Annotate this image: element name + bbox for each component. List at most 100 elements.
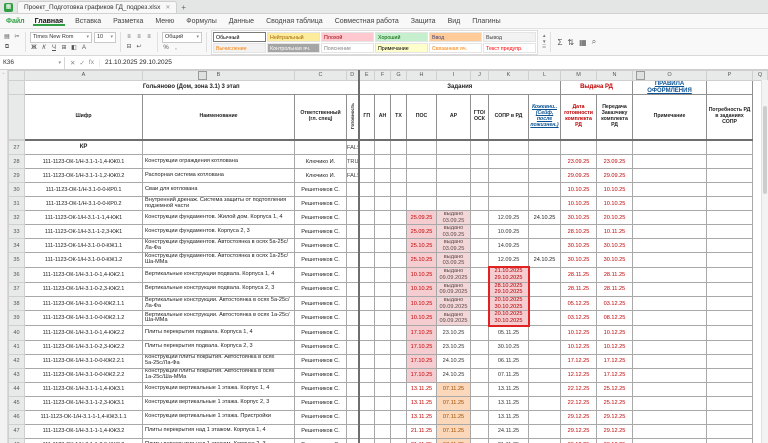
- cell-pos-38[interactable]: 10.10.25: [406, 295, 437, 312]
- cell-sopr-33[interactable]: 10.09.25: [488, 224, 529, 240]
- cell-need-27[interactable]: [706, 139, 753, 156]
- cell-ar-48[interactable]: 07.11.25: [436, 437, 471, 443]
- cell-need-29[interactable]: [706, 168, 753, 184]
- cell-ready-33[interactable]: [346, 224, 360, 240]
- underline-icon[interactable]: Ч: [50, 44, 58, 53]
- cell-ready-44[interactable]: [346, 381, 360, 397]
- cell-gto-46[interactable]: [470, 409, 489, 425]
- cell-name-36[interactable]: Вертикальные конструкции подвала. Корпус…: [142, 266, 295, 283]
- cell-tr-41[interactable]: 10.12.25: [596, 339, 633, 355]
- cell-code-45[interactable]: 111-1123-ОК-1/Н-3.1-1-2,3-КЖ3.1: [24, 395, 143, 411]
- cell-note-30[interactable]: [632, 182, 707, 198]
- cell-ar-32[interactable]: выдано 03.09.25: [436, 210, 471, 226]
- cell-kozh-42[interactable]: [528, 353, 561, 369]
- cell-rd-39[interactable]: 03.12.25: [560, 310, 597, 327]
- cell-rd-43[interactable]: 12.12.25: [560, 367, 597, 383]
- column-header-L[interactable]: L: [528, 70, 561, 81]
- cell-gp-40[interactable]: [358, 325, 375, 341]
- cell-note-39[interactable]: [632, 310, 707, 327]
- cell-ar-45[interactable]: 07.11.25: [436, 395, 471, 411]
- cell-ar-27[interactable]: [436, 139, 471, 156]
- cell-gp-47[interactable]: [358, 423, 375, 439]
- cell-an-32[interactable]: [374, 210, 391, 226]
- cell-tr-45[interactable]: 25.12.25: [596, 395, 633, 411]
- cell-sopr-30[interactable]: [488, 182, 529, 198]
- cell-resp-44[interactable]: Решетников С.: [294, 381, 347, 397]
- cell-pos-31[interactable]: [406, 196, 437, 212]
- cell-name-35[interactable]: Конструкции фундаментов. Автостоянка в о…: [142, 252, 295, 268]
- style-chip-1[interactable]: Обычный: [213, 31, 266, 42]
- cell-code-42[interactable]: 111-1123-ОК-1/Н-3.1-0-0-КЖ2.2.1: [24, 353, 143, 369]
- menu-tab-6[interactable]: Данные: [227, 17, 256, 26]
- cell-name-47[interactable]: Плиты перекрытия над 1 этажом. Корпуса 1…: [142, 423, 295, 439]
- cell-th-47[interactable]: [390, 423, 407, 439]
- cell-gto-39[interactable]: [470, 310, 489, 327]
- cell-pos-37[interactable]: 10.10.25: [406, 281, 437, 298]
- cell-need-48[interactable]: [706, 437, 753, 443]
- menu-tab-9[interactable]: Защита: [409, 17, 438, 26]
- cell-tr-32[interactable]: 20.10.25: [596, 210, 633, 226]
- column-header-F[interactable]: F: [374, 70, 391, 81]
- cell-tr-31[interactable]: 10.10.25: [596, 196, 633, 212]
- cell-name-38[interactable]: Вертикальные конструкции. Автостоянка в …: [142, 295, 295, 312]
- cell-sopr-47[interactable]: 24.11.25: [488, 423, 529, 439]
- cell-pos-47[interactable]: 21.11.25: [406, 423, 437, 439]
- cell-rd-38[interactable]: 05.12.25: [560, 295, 597, 312]
- cell-gp-41[interactable]: [358, 339, 375, 355]
- cell-gto-48[interactable]: [470, 437, 489, 443]
- cell-sopr-28[interactable]: [488, 154, 529, 170]
- cell-code-36[interactable]: 111-1123-ОК-1/Н-3.1-0-1,4-КЖ2.1: [24, 266, 143, 283]
- cell-code-48[interactable]: 111-1123-ОК-1/Н-3.1-1-2,3-КЖ3.2: [24, 437, 143, 443]
- cell-name-27[interactable]: [142, 139, 295, 156]
- cell-pos-30[interactable]: [406, 182, 437, 198]
- enter-icon[interactable]: ✓: [79, 59, 84, 67]
- cell-gto-29[interactable]: [470, 168, 489, 184]
- cell-need-35[interactable]: [706, 252, 753, 268]
- find-icon[interactable]: ⌕: [592, 37, 596, 47]
- cell-code-37[interactable]: 111-1123-ОК-1/Н-3.1-0-2,3-КЖ2.1: [24, 281, 143, 298]
- cell-name-37[interactable]: Вертикальные конструкции подвала. Корпус…: [142, 281, 295, 298]
- row-header-39[interactable]: 39: [8, 310, 25, 327]
- cell-name-32[interactable]: Конструкции фундаментов. Жилой дом. Корп…: [142, 210, 295, 226]
- cell-th-32[interactable]: [390, 210, 407, 226]
- cell-need-28[interactable]: [706, 154, 753, 170]
- cell-an-43[interactable]: [374, 367, 391, 383]
- cell-sopr-36[interactable]: 21.10.2025 29.10.2025: [487, 266, 530, 283]
- close-tab-icon[interactable]: ✕: [165, 4, 170, 11]
- cell-th-39[interactable]: [390, 310, 407, 327]
- fx-icon[interactable]: fx: [89, 59, 94, 67]
- row-header-38[interactable]: 38: [8, 295, 25, 312]
- cell-tr-34[interactable]: 30.10.25: [596, 238, 633, 254]
- cell-resp-46[interactable]: Решетников С.: [294, 409, 347, 425]
- cell-sopr-31[interactable]: [488, 196, 529, 212]
- cell-gto-31[interactable]: [470, 196, 489, 212]
- cell-need-37[interactable]: [706, 281, 753, 298]
- cut-icon[interactable]: ✂: [13, 33, 21, 42]
- cell-rd-34[interactable]: 30.10.25: [560, 238, 597, 254]
- cell-code-28[interactable]: 111-1123-ОК-1/Н-3.1-1-1,4-КЖ0.1: [24, 154, 143, 170]
- cell-an-30[interactable]: [374, 182, 391, 198]
- cell-pos-32[interactable]: 25.09.25: [406, 210, 437, 226]
- cell-ar-44[interactable]: 07.11.25: [436, 381, 471, 397]
- cell-kozh-29[interactable]: [528, 168, 561, 184]
- column-header-G[interactable]: G: [390, 70, 407, 81]
- cell-pos-45[interactable]: 13.11.25: [406, 395, 437, 411]
- cell-sopr-45[interactable]: 13.11.25: [488, 395, 529, 411]
- cell-kozh-33[interactable]: [528, 224, 561, 240]
- cell-ar-39[interactable]: выдано 09.09.2025: [436, 310, 471, 327]
- cell-an-28[interactable]: [374, 154, 391, 170]
- document-tab[interactable]: Проект_Подготовка графиков ГД_подрез.xls…: [17, 1, 178, 13]
- cell-tr-33[interactable]: 10.11.25: [596, 224, 633, 240]
- cell-ar-46[interactable]: 07.11.25: [436, 409, 471, 425]
- cell-kozh-30[interactable]: [528, 182, 561, 198]
- column-header-A[interactable]: A: [24, 70, 143, 81]
- cell-pos-33[interactable]: 25.09.25: [406, 224, 437, 240]
- align-right-icon[interactable]: ≡: [145, 33, 153, 42]
- cell-kozh-46[interactable]: [528, 409, 561, 425]
- cell-need-47[interactable]: [706, 423, 753, 439]
- cell-gp-30[interactable]: [358, 182, 375, 198]
- cell-sopr-27[interactable]: [488, 139, 529, 156]
- cell-tr-39[interactable]: 08.12.25: [596, 310, 633, 327]
- cell-pos-34[interactable]: 25.10.25: [406, 238, 437, 254]
- number-format-select[interactable]: Общий ▾: [162, 31, 202, 43]
